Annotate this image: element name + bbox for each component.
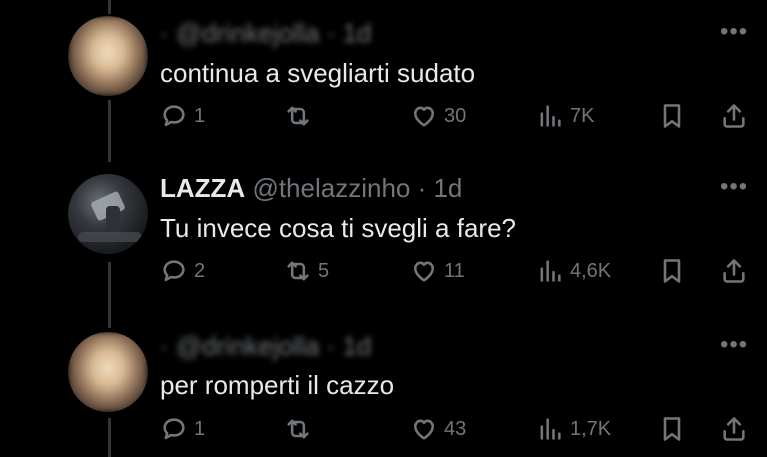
repost-icon: [287, 261, 309, 281]
reply-count: 2: [194, 259, 206, 282]
views-icon: [540, 418, 561, 440]
avatar-image: [68, 174, 148, 254]
avatar[interactable]: [68, 16, 148, 96]
reply-button[interactable]: 1: [160, 414, 205, 444]
like-icon: [413, 261, 435, 282]
bookmark-icon: [663, 104, 681, 128]
views-button[interactable]: 1,7K: [536, 414, 611, 444]
repost-button[interactable]: [284, 101, 318, 131]
like-count: 11: [444, 259, 465, 282]
reply-tweet-3[interactable]: · @drinkejolla · 1d ••• per romperti il …: [0, 320, 767, 457]
reply-tweet-2[interactable]: LAZZA @thelazzinho · 1d ••• Tu invece co…: [0, 160, 767, 310]
tweet-header: · @drinkejolla · 1d: [160, 331, 371, 362]
like-icon: [413, 106, 435, 127]
tweet-actions: 1 30 7K: [160, 101, 760, 131]
tweet-text: continua a svegliarti sudato: [160, 58, 476, 88]
bookmark-button[interactable]: [658, 101, 686, 131]
bookmark-button[interactable]: [658, 256, 686, 286]
display-name[interactable]: LAZZA: [160, 173, 245, 203]
share-button[interactable]: [720, 256, 748, 286]
like-button[interactable]: 43: [410, 414, 466, 444]
reply-icon: [163, 105, 185, 127]
tweet-text: per romperti il cazzo: [160, 370, 395, 400]
more-options-button[interactable]: •••: [720, 173, 748, 201]
share-icon: [723, 259, 745, 283]
views-count: 1,7K: [570, 417, 612, 440]
avatar[interactable]: [68, 174, 148, 254]
share-icon: [723, 417, 745, 441]
views-icon: [540, 105, 561, 127]
views-icon: [540, 260, 561, 282]
reply-button[interactable]: 2: [160, 256, 205, 286]
more-options-button[interactable]: •••: [720, 18, 748, 46]
views-button[interactable]: 4,6K: [536, 256, 611, 286]
views-count: 7K: [570, 104, 595, 127]
repost-icon: [287, 106, 309, 126]
bookmark-icon: [663, 259, 681, 283]
repost-count: 5: [318, 259, 330, 282]
tweet-actions: 1 43 1,7K: [160, 414, 760, 444]
like-button[interactable]: 11: [410, 256, 465, 286]
reply-button[interactable]: 1: [160, 101, 205, 131]
avatar[interactable]: [68, 332, 148, 412]
tweet-text: Tu invece cosa ti svegli a fare?: [160, 213, 516, 243]
bookmark-icon: [663, 417, 681, 441]
reply-count: 1: [194, 104, 206, 127]
reply-tweet-1[interactable]: · @drinkejolla · 1d ••• continua a svegl…: [0, 0, 767, 150]
views-count: 4,6K: [570, 259, 612, 282]
tweet-actions: 2 5 11 4,6K: [160, 256, 760, 286]
user-handle[interactable]: · @drinkejolla · 1d: [160, 331, 371, 361]
share-icon: [723, 104, 745, 128]
reply-count: 1: [194, 417, 206, 440]
reply-icon: [163, 260, 185, 282]
bookmark-button[interactable]: [658, 414, 686, 444]
like-icon: [413, 419, 435, 440]
like-button[interactable]: 30: [410, 101, 466, 131]
repost-icon: [287, 419, 309, 439]
repost-button[interactable]: 5: [284, 256, 329, 286]
more-options-button[interactable]: •••: [720, 331, 748, 359]
like-count: 43: [444, 417, 467, 440]
user-handle[interactable]: · @drinkejolla · 1d: [160, 18, 371, 48]
tweet-header: · @drinkejolla · 1d: [160, 18, 371, 49]
user-handle[interactable]: @thelazzinho · 1d: [252, 173, 462, 203]
like-count: 30: [444, 104, 467, 127]
reply-icon: [163, 418, 185, 440]
share-button[interactable]: [720, 101, 748, 131]
tweet-header: LAZZA @thelazzinho · 1d: [160, 173, 462, 204]
share-button[interactable]: [720, 414, 748, 444]
views-button[interactable]: 7K: [536, 101, 594, 131]
repost-button[interactable]: [284, 414, 318, 444]
